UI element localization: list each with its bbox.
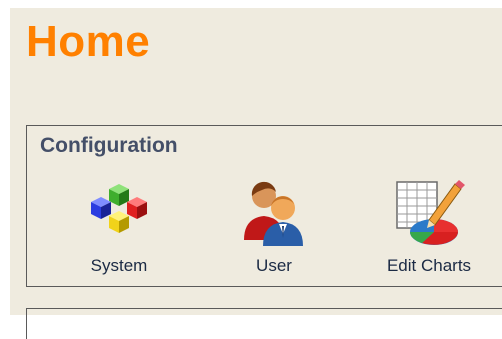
system-link[interactable]: System xyxy=(59,178,179,278)
users-icon xyxy=(244,181,303,246)
next-section-border xyxy=(26,308,502,339)
edit-charts-icon xyxy=(396,180,465,245)
page-content: Home Configuration System User Edit Char… xyxy=(10,8,502,339)
edit-charts-link[interactable]: Edit Charts xyxy=(369,178,489,278)
configuration-heading: Configuration xyxy=(40,134,178,157)
colored-cubes-icon xyxy=(91,184,147,233)
user-label: User xyxy=(256,256,292,275)
system-label: System xyxy=(90,256,148,275)
user-link[interactable]: User xyxy=(214,178,334,278)
configuration-section: Configuration System User Edit Charts xyxy=(26,125,502,287)
page-title: Home xyxy=(26,17,151,66)
edit-charts-label: Edit Charts xyxy=(386,256,472,275)
